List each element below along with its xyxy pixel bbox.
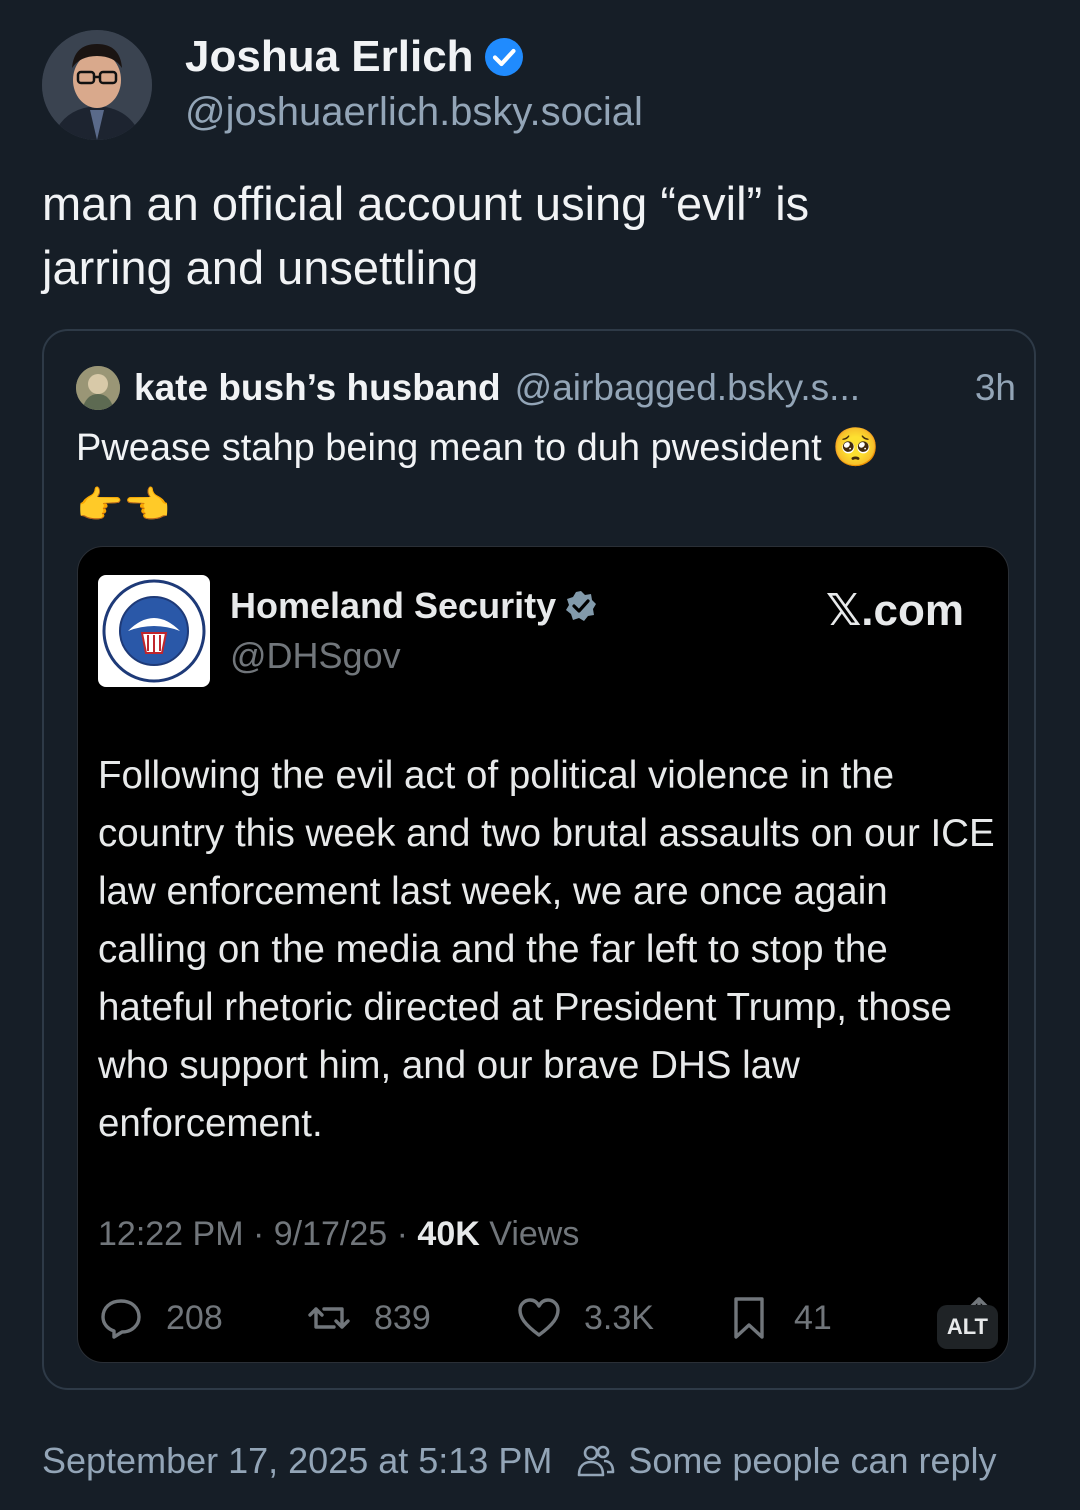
like-stat: 3.3K [516, 1295, 654, 1341]
alt-text-badge[interactable]: ALT [936, 1305, 998, 1349]
author-handle[interactable]: @joshuaerlich.bsky.social [185, 90, 643, 135]
embedded-tweet-screenshot[interactable]: Homeland Security @DHSgov 𝕏.com Followin… [77, 546, 1009, 1363]
quoted-post-text: Pwease stahp being mean to duh pwesident… [76, 419, 1026, 535]
reply-bubble-icon [101, 1299, 141, 1339]
embedded-tweet-meta: 12:22 PM · 9/17/25 · 40K Views [98, 1215, 580, 1253]
quoted-post-age: 3h [974, 367, 1016, 408]
x-com-label: 𝕏.com [825, 586, 964, 635]
post-text-line-1: man an official account using “evil” is [42, 177, 810, 230]
post-text: man an official account using “evil” is … [42, 172, 1042, 300]
embedded-tweet-views-label: Views [489, 1215, 580, 1253]
post-timestamp: September 17, 2025 at 5:13 PM [42, 1440, 553, 1481]
embedded-tweet-time: 12:22 PM [98, 1215, 244, 1253]
bookmark-icon [734, 1297, 764, 1339]
verified-badge-icon [484, 38, 523, 76]
repost-icon [308, 1307, 350, 1329]
verified-check-icon [566, 591, 597, 621]
reply-stat: 208 [98, 1295, 223, 1341]
dhs-seal-logo [98, 575, 210, 687]
quoted-author-avatar [76, 366, 120, 410]
author-avatar[interactable] [42, 30, 152, 140]
people-icon [578, 1445, 615, 1477]
repost-stat: 839 [306, 1295, 431, 1341]
reply-settings-label[interactable]: Some people can reply [628, 1440, 996, 1482]
embedded-account-name-text: Homeland Security [230, 585, 557, 626]
embedded-tweet-actions: 208 839 3.3K 41 [98, 1295, 998, 1345]
post-text-line-2: jarring and unsettling [42, 241, 479, 294]
bookmark-stat: 41 [726, 1295, 832, 1341]
repost-count: 839 [374, 1298, 431, 1337]
embedded-tweet-date: 9/17/25 [273, 1215, 388, 1253]
embedded-tweet-text: Following the evil act of political viol… [98, 754, 995, 1145]
quoted-post-header: kate bush’s husband @airbagged.bsky.s...… [76, 365, 1016, 411]
embedded-account-name: Homeland Security [230, 585, 598, 627]
author-name[interactable]: Joshua Erlich [185, 32, 524, 82]
like-count: 3.3K [584, 1298, 654, 1337]
heart-icon [518, 1298, 560, 1337]
embedded-account-handle: @DHSgov [230, 635, 401, 676]
reply-count: 208 [166, 1298, 223, 1337]
post-footer: September 17, 2025 at 5:13 PM Some peopl… [42, 1440, 997, 1482]
reply-settings[interactable]: Some people can reply [576, 1440, 997, 1482]
quoted-post-emoji-line: 👉👈 [76, 485, 171, 527]
quoted-post-card[interactable]: kate bush’s husband @airbagged.bsky.s...… [42, 329, 1036, 1390]
quoted-author-handle: @airbagged.bsky.s... [514, 367, 861, 408]
embedded-tweet-views-count: 40K [417, 1215, 480, 1253]
quoted-post-text-line: Pwease stahp being mean to duh pwesident… [76, 427, 880, 469]
quoted-author-name[interactable]: kate bush’s husband [134, 367, 501, 409]
bookmark-count: 41 [794, 1298, 832, 1337]
author-name-text[interactable]: Joshua Erlich [185, 32, 474, 82]
